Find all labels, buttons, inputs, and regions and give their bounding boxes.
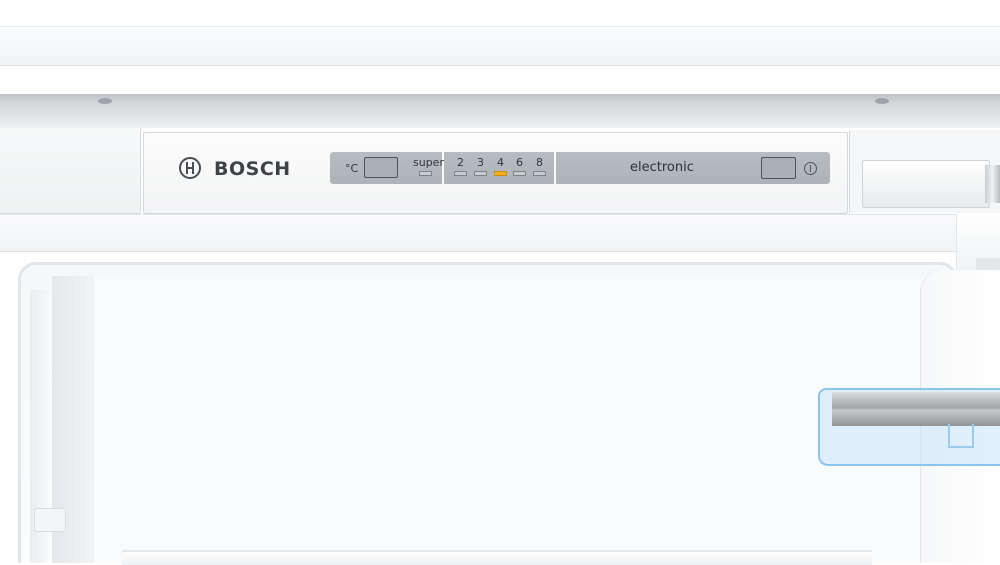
level-label: 4 bbox=[497, 156, 504, 169]
brand-logo-text: BOSCH bbox=[214, 158, 291, 180]
level-label: 8 bbox=[536, 156, 543, 169]
level-label: 2 bbox=[457, 156, 464, 169]
top-trim bbox=[0, 0, 1000, 27]
door-hinge bbox=[862, 160, 990, 208]
mounting-screw bbox=[875, 98, 889, 104]
level-indicator bbox=[454, 171, 467, 176]
level-indicator-active bbox=[494, 171, 507, 176]
temperature-control-group: °C super bbox=[330, 152, 444, 184]
door-bin-hook bbox=[948, 424, 974, 448]
super-label: super bbox=[413, 156, 444, 169]
power-button[interactable] bbox=[761, 157, 796, 179]
bosch-armature-icon bbox=[179, 157, 201, 179]
interior-back-wall bbox=[95, 276, 925, 563]
electronic-control-group: electronic bbox=[556, 152, 830, 184]
shelf-clip bbox=[34, 508, 66, 532]
level-indicator bbox=[533, 171, 546, 176]
top-shadow-strip bbox=[0, 94, 1000, 128]
mounting-screw bbox=[98, 98, 112, 104]
left-trim-block bbox=[0, 128, 141, 214]
top-frame-band bbox=[0, 27, 1000, 66]
temperature-level-indicators: 2 3 4 6 8 bbox=[444, 152, 554, 184]
level-label: 3 bbox=[477, 156, 484, 169]
top-frame-gap bbox=[0, 66, 1000, 94]
door-clip bbox=[976, 258, 1000, 270]
temperature-button[interactable] bbox=[364, 157, 398, 178]
level-label: 6 bbox=[516, 156, 523, 169]
interior-top-ledge bbox=[0, 214, 1000, 252]
level-indicator bbox=[474, 171, 487, 176]
door-bin-trim bbox=[832, 392, 1000, 426]
hinge-bar bbox=[985, 165, 1000, 203]
mode-label: electronic bbox=[630, 160, 694, 175]
super-indicator bbox=[419, 171, 432, 176]
unit-label: °C bbox=[345, 162, 359, 175]
power-icon bbox=[804, 162, 817, 175]
level-indicator bbox=[513, 171, 526, 176]
